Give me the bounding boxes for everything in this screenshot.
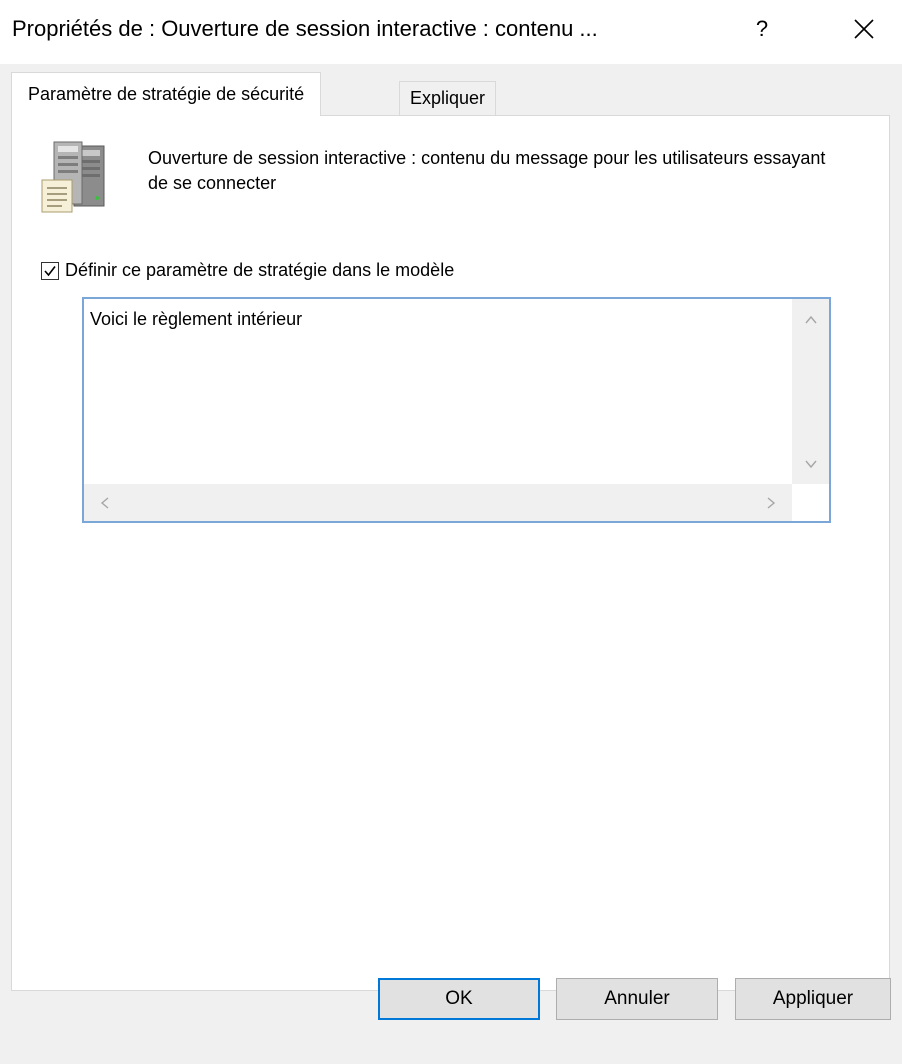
help-button[interactable]: ? <box>742 6 782 52</box>
policy-description: Ouverture de session interactive : conte… <box>148 148 826 193</box>
tab-security-policy-setting[interactable]: Paramètre de stratégie de sécurité <box>11 72 322 116</box>
define-setting-row[interactable]: Définir ce paramètre de stratégie dans l… <box>41 260 454 281</box>
message-text-area[interactable]: Voici le règlement intérieur <box>82 297 831 523</box>
horizontal-scrollbar[interactable] <box>84 484 792 521</box>
close-icon <box>854 19 874 39</box>
vertical-scrollbar[interactable] <box>792 299 829 484</box>
message-text[interactable]: Voici le règlement intérieur <box>90 309 302 330</box>
checkmark-icon <box>44 265 56 276</box>
properties-dialog: Propriétés de : Ouverture de session int… <box>0 0 902 1064</box>
cancel-button[interactable]: Annuler <box>556 978 718 1020</box>
scroll-left-arrow-icon[interactable] <box>96 494 114 512</box>
ok-button[interactable]: OK <box>378 978 540 1020</box>
scroll-down-arrow-icon[interactable] <box>802 455 820 473</box>
scroll-right-arrow-icon[interactable] <box>762 494 780 512</box>
define-setting-checkbox[interactable] <box>41 261 59 280</box>
window-title: Propriétés de : Ouverture de session int… <box>12 16 598 41</box>
server-document-icon <box>41 141 105 213</box>
scrollbar-corner <box>792 484 829 521</box>
apply-button[interactable]: Appliquer <box>735 978 891 1020</box>
define-setting-label: Définir ce paramètre de stratégie dans l… <box>65 260 455 280</box>
scroll-up-arrow-icon[interactable] <box>802 311 820 329</box>
tab-explain[interactable]: Expliquer <box>399 81 497 116</box>
tab-page: Ouverture de session interactive : conte… <box>11 115 890 991</box>
dialog-body: Paramètre de stratégie de sécurité Expli… <box>0 64 902 1064</box>
title-bar[interactable]: Propriétés de : Ouverture de session int… <box>0 0 902 64</box>
close-button[interactable] <box>838 4 890 54</box>
